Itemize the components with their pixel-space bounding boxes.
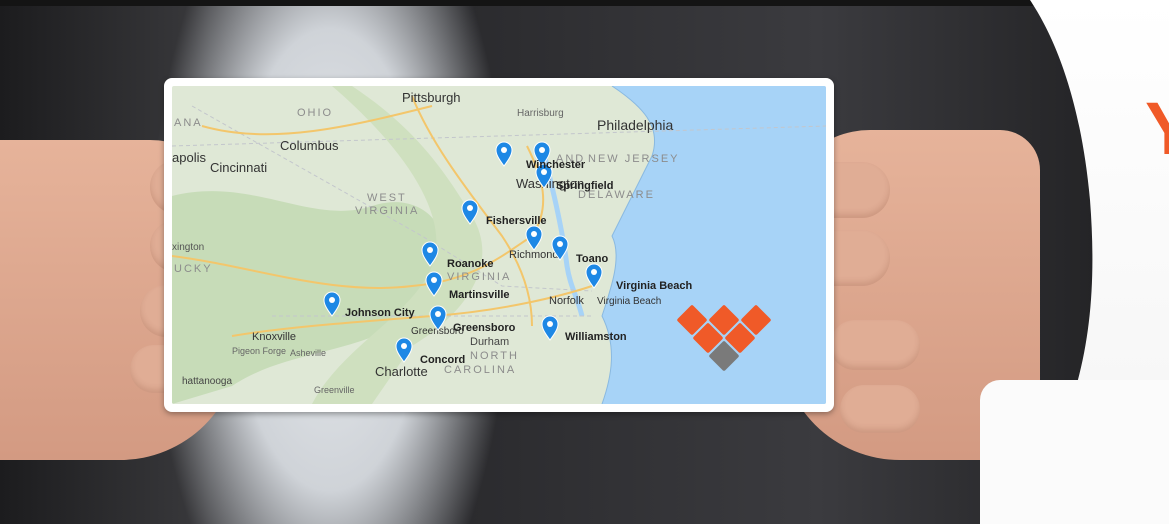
company-logo	[677, 305, 771, 371]
city-label: Richmond	[509, 249, 559, 261]
city-label: Norfolk	[549, 295, 584, 307]
right-finger-3	[830, 320, 920, 370]
pin-label: Virginia Beach	[616, 280, 692, 292]
city-label: hattanooga	[182, 376, 232, 387]
region-label: UCKY	[174, 263, 213, 275]
region-label: NORTH	[470, 350, 519, 362]
city-label: Greenville	[314, 385, 355, 395]
pin-label: Williamston	[565, 331, 627, 343]
shirt-cuff	[980, 380, 1169, 524]
city-label: Pittsburgh	[402, 90, 461, 105]
map-view: OHIO WEST VIRGINIA VIRGINIA NORTH CAROLI…	[172, 86, 826, 404]
region-label: VIRGINIA	[355, 205, 419, 217]
city-label: Asheville	[290, 348, 326, 358]
pin-label: Toano	[576, 253, 608, 265]
pin-label: Concord	[420, 354, 465, 366]
city-label: apolis	[172, 150, 206, 165]
region-label: OHIO	[297, 107, 333, 119]
region-label: ANA	[174, 117, 203, 129]
banner-headline: Y	[1145, 92, 1169, 166]
city-label: Durham	[470, 336, 509, 348]
top-bar	[0, 0, 1169, 6]
city-label: Cincinnati	[210, 160, 267, 175]
pin-label: Winchester	[526, 159, 586, 171]
pin-label: Virginia Beach	[597, 296, 661, 307]
region-label: VIRGINIA	[447, 271, 511, 283]
city-label: Columbus	[280, 138, 339, 153]
city-label: Charlotte	[375, 364, 428, 379]
pin-label: Fishersville	[486, 215, 547, 227]
pin-label: Springfield	[556, 180, 613, 192]
pin-label: Martinsville	[449, 289, 510, 301]
map-card: OHIO WEST VIRGINIA VIRGINIA NORTH CAROLI…	[164, 78, 834, 412]
pin-label: Johnson City	[345, 307, 416, 319]
right-finger-4	[840, 385, 920, 433]
region-label: WEST	[367, 192, 407, 204]
city-label: Knoxville	[252, 331, 296, 343]
city-label: xington	[172, 242, 204, 253]
city-label: Philadelphia	[597, 117, 673, 133]
city-label: Pigeon Forge	[232, 346, 286, 356]
pin-label: Roanoke	[447, 258, 493, 270]
city-label: Harrisburg	[517, 108, 564, 119]
pin-label: Greensboro	[453, 322, 516, 334]
region-label: NEW JERSEY	[588, 153, 680, 165]
